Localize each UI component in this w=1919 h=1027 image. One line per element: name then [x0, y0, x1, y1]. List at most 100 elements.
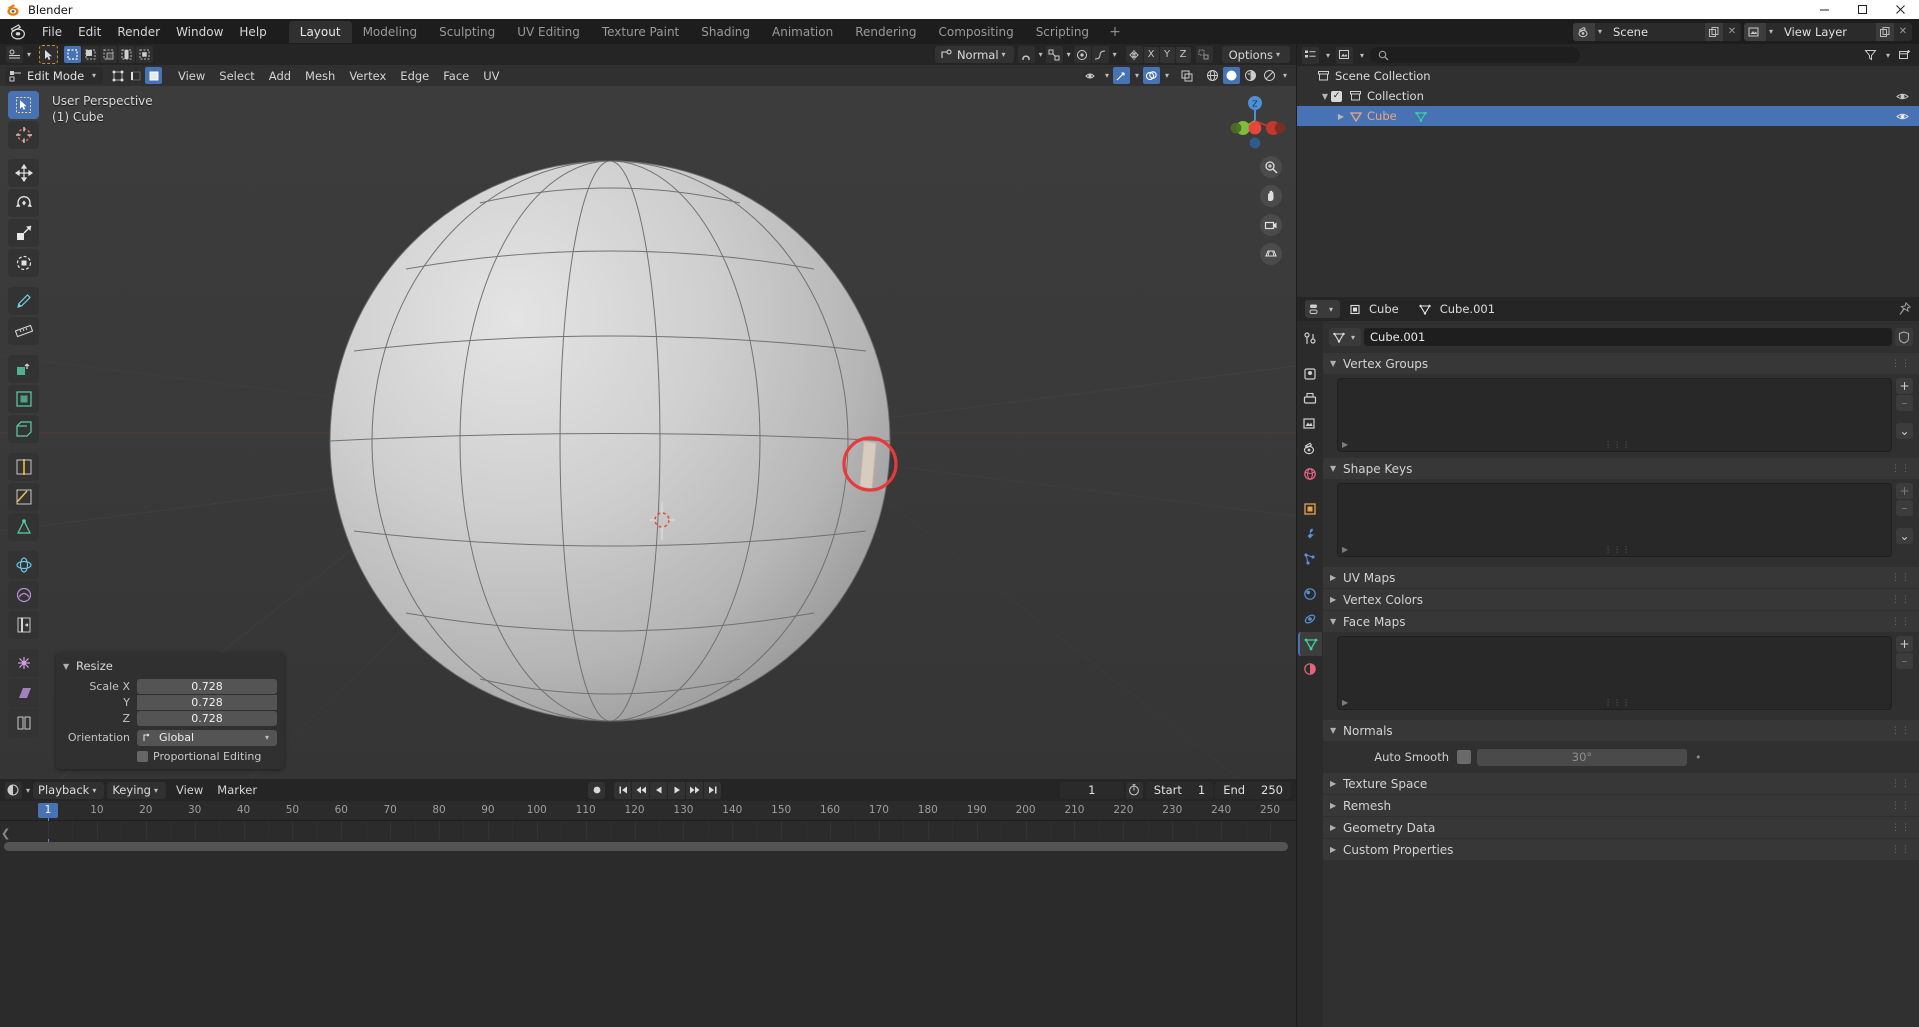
cube-expand-icon[interactable]: ▶ — [1335, 112, 1347, 121]
vertex-groups-list-grip-icon[interactable]: ⋮⋮⋮ — [1604, 440, 1631, 449]
annotate-tool-button[interactable] — [8, 287, 39, 315]
mesh-menu-add[interactable]: Add — [262, 67, 298, 85]
snap-target-icon[interactable] — [1045, 46, 1063, 63]
spin-tool-button[interactable] — [8, 551, 39, 579]
mirror-icon[interactable] — [1125, 46, 1143, 63]
properties-tab-material[interactable] — [1298, 657, 1322, 681]
pin-icon[interactable] — [1898, 302, 1911, 316]
navigation-gizmo[interactable]: Z — [1224, 90, 1286, 152]
frame-range-start[interactable]: Start 1 — [1145, 781, 1214, 799]
face-maps-list-grip-icon[interactable]: ⋮⋮⋮ — [1604, 698, 1631, 707]
select-subtract-button[interactable] — [100, 46, 118, 63]
panel-header-face-maps[interactable]: ▼ Face Maps ⋮⋮ — [1323, 611, 1919, 632]
geometry-data-triangle-icon[interactable]: ▶ — [1330, 823, 1343, 832]
editor-type-caret[interactable]: ▾ — [24, 50, 34, 59]
mesh-data-icon[interactable]: ▾ — [1329, 328, 1362, 346]
scene-selector[interactable]: ▾ Scene ✕ — [1572, 22, 1741, 41]
properties-tab-world[interactable] — [1298, 462, 1322, 486]
uv-mirror-icon[interactable] — [1195, 46, 1213, 63]
mesh-sphere[interactable] — [320, 141, 940, 751]
transform-orientation-selector[interactable]: Normal ▾ — [934, 46, 1014, 63]
timeline-menu-marker[interactable]: Marker — [210, 781, 264, 799]
overlays-icon[interactable] — [1142, 67, 1160, 84]
workspace-tab-scripting[interactable]: Scripting — [1025, 21, 1100, 43]
prev-keyframe-icon[interactable] — [632, 781, 649, 799]
zoom-icon[interactable] — [1260, 156, 1282, 178]
orientation-caret[interactable]: ▾ — [262, 733, 272, 742]
fake-user-icon[interactable] — [1895, 328, 1913, 346]
remove-shape-key-button[interactable]: – — [1896, 500, 1913, 516]
properties-tab-scene[interactable] — [1298, 437, 1322, 461]
scale-tool-button[interactable] — [8, 219, 39, 247]
auto-keying-icon[interactable] — [1125, 781, 1143, 799]
move-tool-button[interactable] — [8, 159, 39, 187]
shading-solid-icon[interactable] — [1222, 67, 1240, 84]
options-caret[interactable]: ▾ — [1273, 50, 1283, 59]
keying-caret[interactable]: ▾ — [151, 786, 161, 795]
panel-header-uv-maps[interactable]: ▶ UV Maps ⋮⋮ — [1323, 567, 1919, 588]
transform-orientation-caret[interactable]: ▾ — [999, 50, 1009, 59]
shear-tool-button[interactable] — [8, 679, 39, 707]
pan-icon[interactable] — [1260, 185, 1282, 207]
rotate-tool-button[interactable] — [8, 189, 39, 217]
shading-caret[interactable]: ▾ — [1280, 71, 1290, 80]
properties-editor-type-button[interactable]: ▾ — [1305, 300, 1341, 318]
current-frame-field[interactable]: 1 — [1059, 781, 1124, 799]
object-icon[interactable] — [1346, 303, 1363, 316]
auto-smooth-animate-dot-icon[interactable]: • — [1695, 751, 1702, 764]
scale-x-field[interactable]: 0.728 — [137, 679, 277, 694]
falloff-icon[interactable] — [1091, 46, 1109, 63]
breadcrumb-object-name[interactable]: Cube — [1369, 302, 1399, 316]
outliner-scene-filter-caret[interactable]: ▾ — [1357, 51, 1367, 60]
overlays-caret[interactable]: ▾ — [1162, 71, 1172, 80]
proportional-editing-row[interactable]: Proportional Editing — [137, 750, 277, 763]
panel-header-vertex-groups[interactable]: ▼ Vertex Groups ⋮⋮ — [1323, 353, 1919, 374]
edge-select-button[interactable] — [127, 67, 144, 84]
properties-tab-constraints[interactable] — [1298, 607, 1322, 631]
shading-material-icon[interactable] — [1241, 67, 1259, 84]
mesh-data-icon[interactable] — [1417, 303, 1434, 316]
mesh-menu-edge[interactable]: Edge — [393, 67, 436, 85]
cursor-icon[interactable] — [39, 45, 59, 64]
interaction-mode-selector[interactable]: Edit Mode ▾ — [5, 67, 103, 84]
3d-viewport[interactable]: User Perspective (1) Cube Z ▼ Resize Sca… — [0, 86, 1296, 779]
playback-menu[interactable]: Playback ▾ — [33, 781, 105, 799]
jump-start-icon[interactable] — [614, 781, 631, 799]
transform-tool-button[interactable] — [8, 249, 39, 277]
select-intersect-button[interactable] — [136, 46, 154, 63]
gizmo-icon[interactable] — [1112, 67, 1130, 84]
outliner-search-input[interactable] — [1370, 47, 1581, 63]
select-set-button[interactable] — [64, 46, 82, 63]
close-button[interactable] — [1881, 0, 1919, 19]
jump-end-icon[interactable] — [704, 781, 721, 799]
mesh-menu-mesh[interactable]: Mesh — [298, 67, 342, 85]
workspace-tab-rendering[interactable]: Rendering — [844, 21, 927, 43]
scale-y-field[interactable]: 0.728 — [137, 695, 277, 710]
panel-header-normals[interactable]: ▼ Normals ⋮⋮ — [1323, 720, 1919, 741]
shading-wireframe-icon[interactable] — [1203, 67, 1221, 84]
view-layer-dropdown-caret[interactable]: ▾ — [1766, 27, 1776, 36]
menu-render[interactable]: Render — [109, 22, 168, 42]
gizmo-caret[interactable]: ▾ — [1132, 71, 1142, 80]
snap-caret[interactable]: ▾ — [1036, 50, 1046, 59]
end-value[interactable]: 250 — [1261, 783, 1283, 797]
vertex-groups-list-expand-icon[interactable]: ▶ — [1342, 440, 1348, 449]
scene-name[interactable]: Scene — [1605, 25, 1705, 39]
mirror-y-button[interactable]: Y — [1159, 46, 1175, 63]
vertex-groups-triangle-icon[interactable]: ▼ — [1330, 359, 1343, 368]
operator-redo-panel[interactable]: ▼ Resize Scale X 0.728 Y 0.728 Z 0.728 O… — [56, 653, 284, 769]
shape-keys-list-grip-icon[interactable]: ⋮⋮⋮ — [1604, 545, 1631, 554]
loop-cut-tool-button[interactable] — [8, 453, 39, 481]
mesh-data-name-field[interactable]: Cube.001 — [1364, 328, 1892, 346]
visibility-icon[interactable] — [1082, 67, 1100, 84]
viewport-options-button[interactable]: Options ▾ — [1221, 46, 1290, 63]
remove-view-layer-button[interactable]: ✕ — [1894, 23, 1912, 41]
shape-keys-specials-button[interactable]: ⌄ — [1896, 528, 1913, 544]
shape-keys-triangle-icon[interactable]: ▼ — [1330, 464, 1343, 473]
maximize-button[interactable] — [1843, 0, 1881, 19]
timeline-editor-type-icon[interactable] — [5, 781, 22, 799]
shape-keys-list[interactable]: ▶ ⋮⋮⋮ — [1337, 483, 1892, 557]
add-face-map-button[interactable]: + — [1896, 636, 1913, 652]
measure-tool-button[interactable] — [8, 317, 39, 345]
proportional-icon[interactable] — [1073, 46, 1091, 63]
